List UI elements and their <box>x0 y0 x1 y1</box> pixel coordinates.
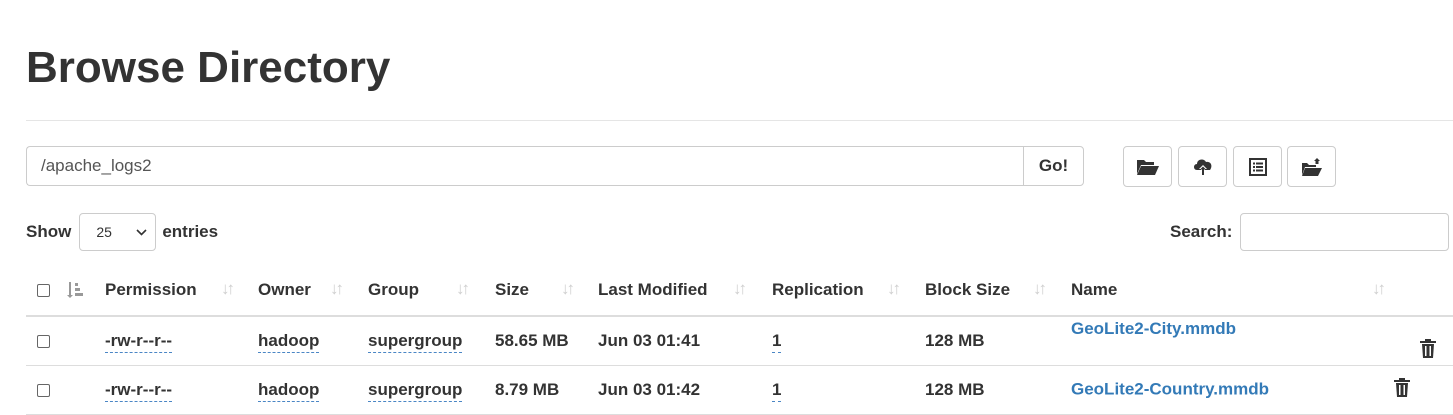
sort-icon: ↓↑ <box>1033 279 1047 298</box>
spacer-cell <box>66 316 105 366</box>
table-row: -rw-r--r-- hadoop supergroup 8.79 MB Jun… <box>26 365 1453 415</box>
entries-label: entries <box>162 222 219 241</box>
search-input[interactable] <box>1240 213 1450 251</box>
owner-link[interactable]: hadoop <box>258 380 320 402</box>
list-alt-icon <box>1248 157 1267 176</box>
column-header-permission[interactable]: Permission ↓↑ <box>105 264 258 317</box>
table-row: -rw-r--r-- hadoop supergroup 58.65 MB Ju… <box>26 316 1453 366</box>
column-header-size[interactable]: Size ↓↑ <box>495 264 598 317</box>
column-header-block-size[interactable]: Block Size ↓↑ <box>925 264 1071 317</box>
block-size-cell: 128 MB <box>925 365 1071 415</box>
name-cell: GeoLite2-City.mmdb <box>1071 316 1453 366</box>
create-directory-button[interactable] <box>1123 146 1172 187</box>
row-select-cell <box>26 316 66 366</box>
page-length-control: Show 25 entries <box>26 213 218 251</box>
table-header-row: Permission ↓↑ Owner ↓↑ Group ↓↑ Size ↓↑ Last… <box>26 264 1453 317</box>
sort-icon: ↓↑ <box>561 279 575 298</box>
block-size-cell: 128 MB <box>925 316 1071 366</box>
column-header-replication[interactable]: Replication ↓↑ <box>772 264 925 317</box>
sort-amount-icon <box>67 282 83 299</box>
chevron-down-icon <box>136 228 147 236</box>
file-name-link[interactable]: GeoLite2-City.mmdb <box>1071 319 1236 338</box>
size-cell: 58.65 MB <box>495 316 598 366</box>
path-bar: Go! <box>26 146 1084 186</box>
search-control: Search: <box>1170 213 1450 251</box>
group-cell: supergroup <box>368 316 495 366</box>
sort-icon: ↓↑ <box>733 279 747 298</box>
file-table: Permission ↓↑ Owner ↓↑ Group ↓↑ Size ↓↑ Last… <box>26 264 1453 415</box>
row-checkbox[interactable] <box>37 335 50 349</box>
permission-cell: -rw-r--r-- <box>105 365 258 415</box>
directory-path-input[interactable] <box>26 146 1023 186</box>
entries-per-page-value: 25 <box>96 224 112 240</box>
show-label: Show <box>26 222 72 241</box>
replication-cell: 1 <box>772 365 925 415</box>
permission-link[interactable]: -rw-r--r-- <box>105 331 173 353</box>
column-header-owner[interactable]: Owner ↓↑ <box>258 264 368 317</box>
group-cell: supergroup <box>368 365 495 415</box>
paste-button[interactable] <box>1287 146 1336 187</box>
sort-order-header[interactable] <box>66 264 105 317</box>
sort-icon: ↓↑ <box>221 279 235 298</box>
name-cell: GeoLite2-Country.mmdb <box>1071 365 1453 415</box>
column-header-group[interactable]: Group ↓↑ <box>368 264 495 317</box>
go-button[interactable]: Go! <box>1023 146 1084 186</box>
group-link[interactable]: supergroup <box>368 331 463 353</box>
row-checkbox[interactable] <box>37 384 50 398</box>
delete-button[interactable] <box>1394 378 1411 402</box>
page-title: Browse Directory <box>26 43 391 92</box>
group-link[interactable]: supergroup <box>368 380 463 402</box>
spacer-cell <box>66 365 105 415</box>
last-modified-cell: Jun 03 01:41 <box>598 316 772 366</box>
column-header-name[interactable]: Name ↓↑ <box>1071 264 1453 317</box>
trash-icon <box>1394 378 1411 397</box>
last-modified-cell: Jun 03 01:42 <box>598 365 772 415</box>
sort-icon: ↓↑ <box>887 279 901 298</box>
delete-button[interactable] <box>1420 339 1436 363</box>
folder-open-icon <box>1136 159 1159 175</box>
select-all-header <box>26 264 66 317</box>
title-divider <box>26 120 1453 121</box>
size-cell: 8.79 MB <box>495 365 598 415</box>
select-all-checkbox[interactable] <box>37 283 50 297</box>
sort-icon: ↓↑ <box>456 279 470 298</box>
trash-icon <box>1420 339 1436 358</box>
replication-link[interactable]: 1 <box>772 380 782 402</box>
permission-link[interactable]: -rw-r--r-- <box>105 380 173 402</box>
upload-button[interactable] <box>1178 146 1227 187</box>
replication-link[interactable]: 1 <box>772 331 782 353</box>
permission-cell: -rw-r--r-- <box>105 316 258 366</box>
owner-cell: hadoop <box>258 365 368 415</box>
replication-cell: 1 <box>772 316 925 366</box>
cloud-upload-icon <box>1193 159 1211 175</box>
column-header-last-modified[interactable]: Last Modified ↓↑ <box>598 264 772 317</box>
sort-icon: ↓↑ <box>330 279 344 298</box>
folder-paste-icon <box>1301 157 1322 176</box>
owner-cell: hadoop <box>258 316 368 366</box>
file-name-link[interactable]: GeoLite2-Country.mmdb <box>1071 379 1269 398</box>
cut-button[interactable] <box>1233 146 1282 187</box>
row-select-cell <box>26 365 66 415</box>
owner-link[interactable]: hadoop <box>258 331 320 353</box>
search-label: Search: <box>1170 222 1233 241</box>
entries-per-page-select[interactable]: 25 <box>79 213 157 251</box>
sort-icon: ↓↑ <box>1372 279 1386 298</box>
